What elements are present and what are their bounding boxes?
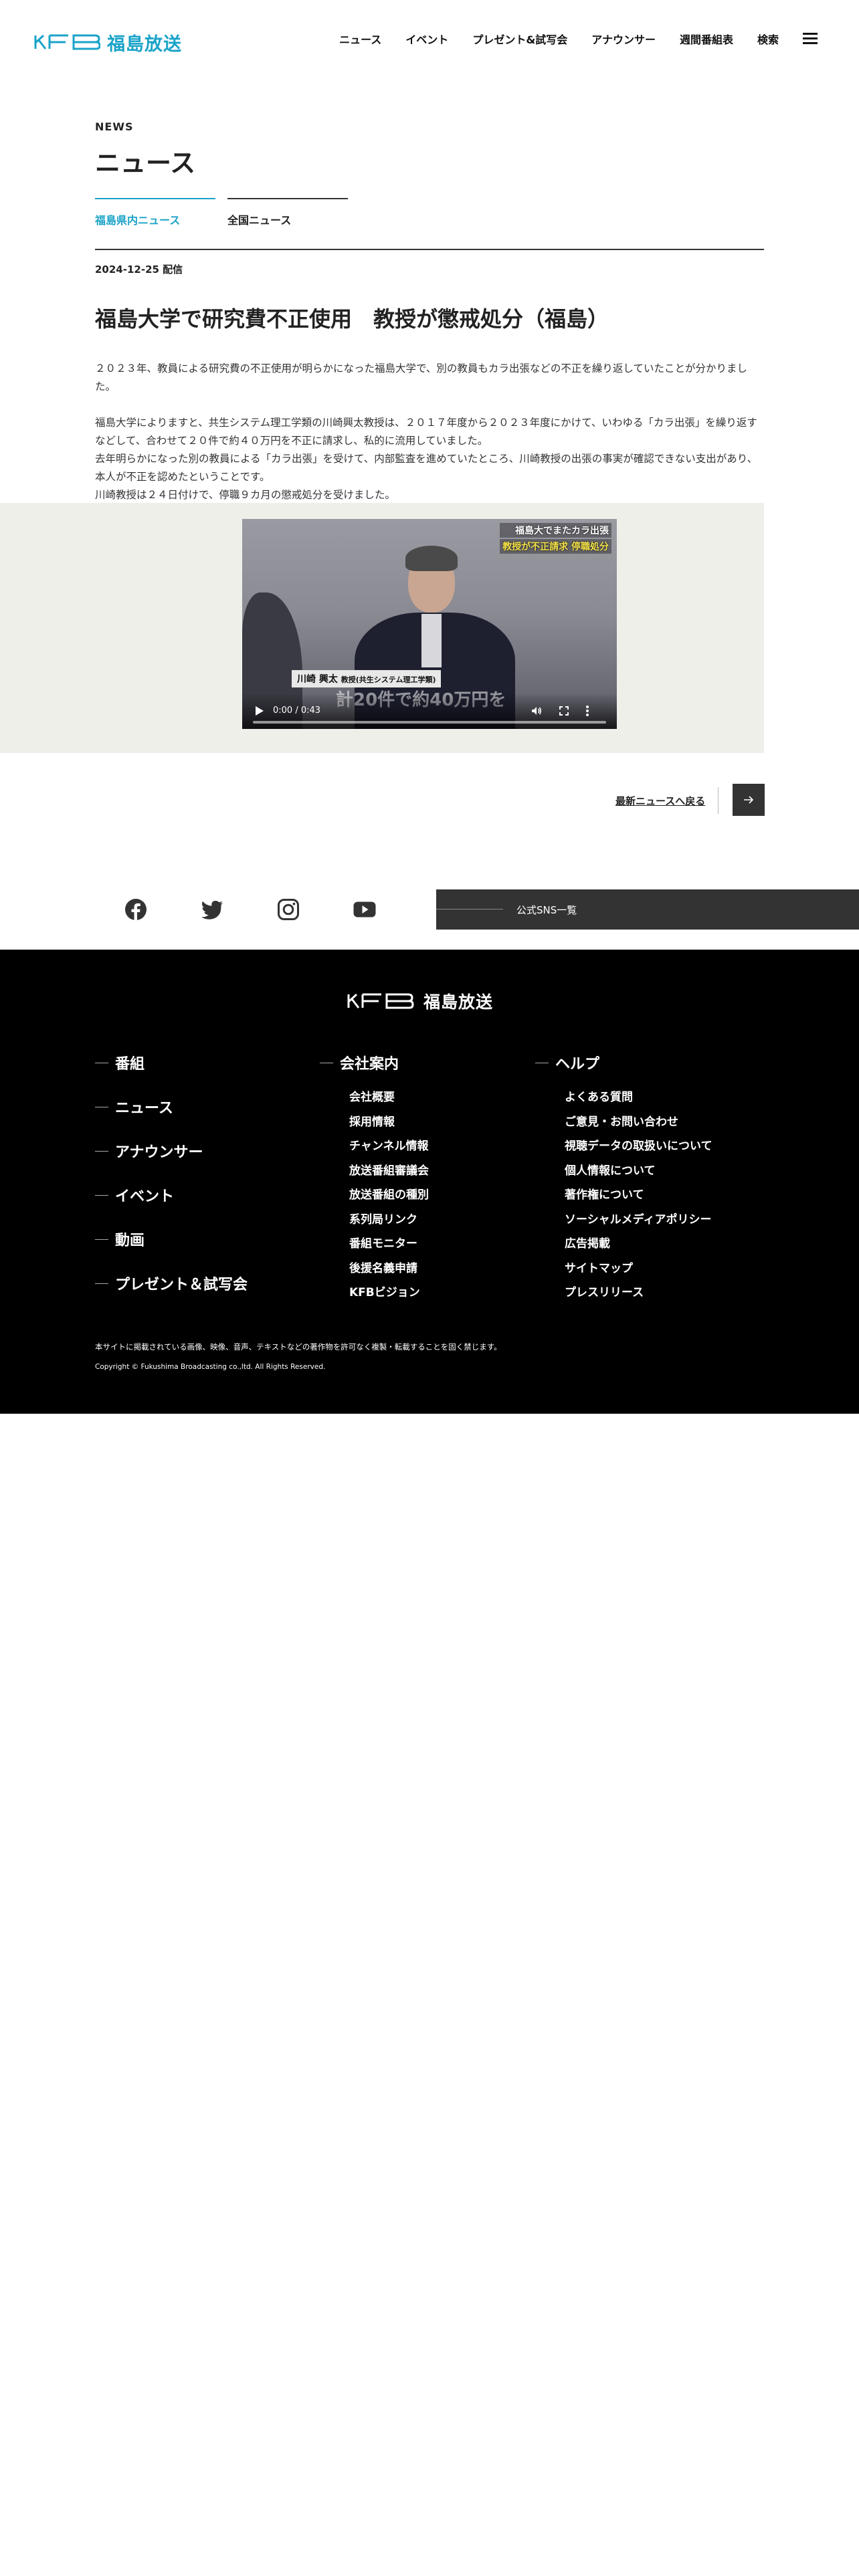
official-sns-list-link[interactable]: 公式SNS一覧	[436, 889, 859, 930]
back-to-latest-news-link[interactable]: 最新ニュースへ戻る	[615, 794, 705, 808]
footer-link-programs[interactable]: 番組	[95, 1052, 248, 1073]
footer-link[interactable]: 視聴データの取扱いについて	[565, 1134, 712, 1159]
footer-company-column: 会社案内 会社概要 採用情報 チャンネル情報 放送番組審議会 放送番組の種別 系…	[320, 1052, 429, 1305]
kfb-logo-mark	[347, 993, 414, 1009]
site-logo[interactable]: 福島放送	[33, 31, 182, 55]
tab-national-news[interactable]: 全国ニュース	[227, 198, 348, 227]
facebook-icon[interactable]	[124, 898, 147, 921]
copyright-notice: 本サイトに掲載されている画像、映像、音声、テキストなどの著作物を許可なく複製・転…	[95, 1342, 502, 1352]
video-progress-bar[interactable]	[253, 721, 606, 724]
footer-link-present[interactable]: プレゼント＆試写会	[95, 1273, 248, 1294]
footer-link[interactable]: 後援名義申請	[349, 1257, 429, 1281]
sns-icons	[124, 898, 376, 921]
nav-schedule[interactable]: 週間番組表	[680, 31, 733, 47]
footer-link[interactable]: よくある質問	[565, 1085, 712, 1110]
logo-text: 福島放送	[107, 33, 182, 55]
video-name-strip: 川崎 興太 教授(共生システム理工学類)	[292, 670, 442, 687]
video-headline-caption: 福島大でまたカラ出張 教授が不正請求 停職処分	[500, 523, 611, 555]
footer-link[interactable]: KFBビジョン	[349, 1281, 429, 1305]
kfb-logo-mark	[34, 34, 100, 50]
footer-link[interactable]: 採用情報	[349, 1110, 429, 1135]
footer-main-links: 番組 ニュース アナウンサー イベント 動画 プレゼント＆試写会	[95, 1052, 248, 1318]
divider	[95, 249, 764, 250]
footer-link-event[interactable]: イベント	[95, 1184, 248, 1206]
footer-logo[interactable]: 福島放送	[343, 989, 493, 1013]
footer-link[interactable]: 広告掲載	[565, 1232, 712, 1257]
news-tabs: 福島県内ニュース 全国ニュース	[95, 198, 348, 227]
footer-logo-text: 福島放送	[423, 992, 494, 1012]
footer-link-news[interactable]: ニュース	[95, 1096, 248, 1117]
instagram-icon[interactable]	[277, 898, 300, 921]
youtube-icon[interactable]	[353, 898, 376, 921]
copyright: Copyright © Fukushima Broadcasting co.,l…	[95, 1363, 326, 1371]
volume-icon[interactable]	[531, 706, 542, 716]
footer-help-column: ヘルプ よくある質問 ご意見・お問い合わせ 視聴データの取扱いについて 個人情報…	[535, 1052, 712, 1305]
site-footer: 福島放送 番組 ニュース アナウンサー イベント 動画 プレゼント＆試写会 会社…	[0, 950, 859, 1414]
section-label: NEWS	[95, 120, 134, 133]
video-time: 0:00 / 0:43	[273, 706, 321, 716]
play-icon[interactable]	[256, 706, 264, 716]
nav-news[interactable]: ニュース	[339, 31, 381, 47]
nav-search[interactable]: 検索	[757, 31, 779, 47]
footer-link-announcer[interactable]: アナウンサー	[95, 1140, 248, 1162]
footer-link[interactable]: 系列局リンク	[349, 1208, 429, 1232]
twitter-icon[interactable]	[201, 898, 223, 921]
nav-announcer[interactable]: アナウンサー	[591, 31, 656, 47]
article-paragraph: ２０２３年、教員による研究費の不正使用が明らかになった福島大学で、別の教員もカラ…	[95, 362, 747, 393]
footer-link-video[interactable]: 動画	[95, 1228, 248, 1250]
footer-link[interactable]: サイトマップ	[565, 1257, 712, 1281]
back-separator	[718, 787, 719, 814]
sns-list-label: 公式SNS一覧	[516, 904, 577, 916]
fullscreen-icon[interactable]	[559, 706, 569, 716]
footer-help-heading[interactable]: ヘルプ	[535, 1052, 712, 1073]
video-player[interactable]: 福島大でまたカラ出張 教授が不正請求 停職処分 川崎 興太 教授(共生システム理…	[242, 519, 617, 729]
footer-link[interactable]: チャンネル情報	[349, 1134, 429, 1159]
arrow-right-icon	[744, 796, 754, 804]
footer-link[interactable]: プレスリリース	[565, 1281, 712, 1305]
article-paragraph: 福島大学によりますと、共生システム理工学類の川崎興太教授は、２０１７年度から２０…	[95, 417, 758, 501]
global-nav: ニュース イベント プレゼント&試写会 アナウンサー 週間番組表 検索	[339, 31, 818, 47]
footer-help-links: よくある質問 ご意見・お問い合わせ 視聴データの取扱いについて 個人情報について…	[565, 1085, 712, 1305]
footer-link[interactable]: 放送番組審議会	[349, 1159, 429, 1184]
footer-company-heading[interactable]: 会社案内	[320, 1052, 429, 1073]
hamburger-menu-icon[interactable]	[803, 33, 818, 45]
footer-link[interactable]: 放送番組の種別	[349, 1183, 429, 1208]
more-options-icon[interactable]	[586, 706, 589, 716]
footer-link[interactable]: ソーシャルメディアポリシー	[565, 1208, 712, 1232]
nav-present[interactable]: プレゼント&試写会	[472, 31, 567, 47]
site-header: 福島放送 ニュース イベント プレゼント&試写会 アナウンサー 週間番組表 検索	[0, 0, 859, 83]
article-date: 2024-12-25 配信	[95, 263, 183, 276]
tab-local-news[interactable]: 福島県内ニュース	[95, 198, 215, 227]
video-controls: 0:00 / 0:43	[242, 693, 617, 729]
back-arrow-button[interactable]	[733, 784, 765, 816]
footer-link[interactable]: 個人情報について	[565, 1159, 712, 1184]
footer-link[interactable]: 会社概要	[349, 1085, 429, 1110]
nav-event[interactable]: イベント	[405, 31, 448, 47]
footer-link[interactable]: ご意見・お問い合わせ	[565, 1110, 712, 1135]
footer-link[interactable]: 著作権について	[565, 1183, 712, 1208]
article-body: ２０２３年、教員による研究費の不正使用が明らかになった福島大学で、別の教員もカラ…	[95, 360, 764, 522]
page-title: ニュース	[95, 148, 196, 178]
article-title: 福島大学で研究費不正使用 教授が懲戒処分（福島）	[95, 306, 609, 332]
footer-company-links: 会社概要 採用情報 チャンネル情報 放送番組審議会 放送番組の種別 系列局リンク…	[349, 1085, 429, 1305]
footer-link[interactable]: 番組モニター	[349, 1232, 429, 1257]
